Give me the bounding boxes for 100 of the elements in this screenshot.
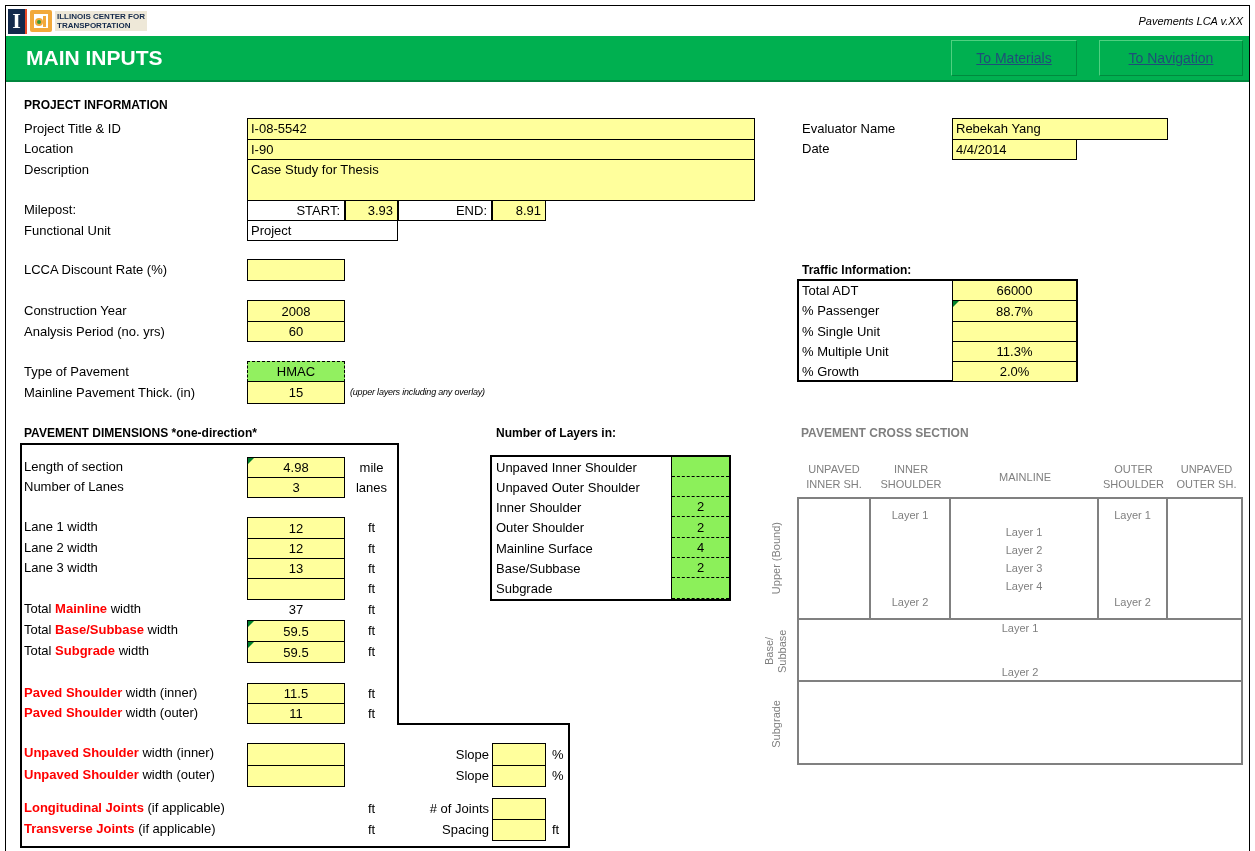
input-field[interactable]: 88.7%: [952, 300, 1077, 322]
input-field[interactable]: Case Study for Thesis: [247, 159, 755, 201]
field-label: Location: [23, 140, 75, 159]
input-field[interactable]: 2: [672, 558, 729, 578]
input-field[interactable]: 3.93: [345, 199, 398, 221]
field-label: Spacing: [441, 821, 490, 839]
input-field[interactable]: 8.91: [492, 199, 546, 221]
input-field[interactable]: [672, 578, 729, 599]
input-field[interactable]: 2: [672, 497, 729, 517]
field-label: Longitudinal Joints (if applicable): [23, 799, 226, 817]
field-label: Description: [23, 160, 91, 179]
unit-label: ft: [366, 643, 377, 661]
unit-label: ft: [366, 559, 377, 578]
unit-label: mile: [358, 458, 385, 477]
field-label: Number of Lanes: [23, 478, 125, 496]
input-field[interactable]: [952, 321, 1077, 342]
column-heading: MAINLINE: [998, 469, 1052, 485]
input-field[interactable]: 11: [247, 703, 345, 724]
input-field[interactable]: [247, 765, 345, 787]
input-field[interactable]: I-08-5542: [247, 118, 755, 140]
input-field[interactable]: 13: [247, 558, 345, 579]
unit-label: ft: [366, 539, 377, 558]
layer-label: Layer 2: [1114, 596, 1151, 608]
layer-label: Layer 2: [891, 596, 929, 608]
field-label: Type of Pavement: [23, 362, 130, 381]
corner-flag-icon: [248, 621, 254, 627]
column-heading: INNER SHOULDER: [879, 462, 943, 492]
input-field[interactable]: 59.5: [247, 620, 345, 642]
field-label: Analysis Period (no. yrs): [23, 322, 166, 341]
field-label: % Growth: [801, 362, 861, 381]
input-field[interactable]: [492, 798, 546, 820]
column-heading: OUTER SHOULDER: [1101, 462, 1166, 492]
input-field[interactable]: 15: [247, 381, 345, 404]
column-heading: UNPAVED OUTER SH.: [1175, 462, 1238, 492]
version-label: Pavements LCA v.XX: [1138, 15, 1243, 27]
input-field[interactable]: 12: [247, 538, 345, 559]
zone-label: Upper (Bound): [769, 522, 783, 595]
input-field[interactable]: 2: [672, 517, 729, 538]
section-heading: PROJECT INFORMATION: [23, 96, 169, 114]
layer-label: Layer 1: [1005, 525, 1043, 538]
input-field[interactable]: 4/4/2014: [952, 138, 1077, 160]
layer-label: Layer 1: [1114, 509, 1151, 521]
field-label: % Passenger: [801, 302, 881, 320]
corner-flag-icon: [953, 301, 959, 307]
input-field[interactable]: I-90: [247, 138, 755, 160]
unit-label: ft: [551, 821, 561, 839]
layer-label: Layer 1: [1001, 622, 1039, 634]
unit-label: ft: [366, 622, 377, 640]
input-field[interactable]: 2.0%: [952, 361, 1077, 382]
input-field[interactable]: Project: [247, 220, 398, 241]
unit-label: %: [551, 767, 565, 785]
logo-mark: I: [8, 8, 27, 34]
input-field[interactable]: [672, 477, 729, 497]
input-field[interactable]: [247, 743, 345, 766]
field-label: Evaluator Name: [801, 119, 897, 138]
field-label: Length of section: [23, 458, 125, 476]
section-heading: PAVEMENT DIMENSIONS *one-direction*: [23, 425, 258, 442]
zone-label: Subgrade: [769, 699, 783, 748]
input-field[interactable]: 2008: [247, 300, 345, 322]
layer-label: Layer 3: [1005, 561, 1043, 574]
note-text: (upper layers including any overlay): [349, 386, 486, 399]
input-field[interactable]: 11.3%: [952, 341, 1077, 362]
field-label: Total Mainline width: [23, 600, 143, 618]
input-field[interactable]: [247, 578, 345, 600]
field-label: Construction Year: [23, 302, 128, 320]
logo-text: TRANSPORTATION: [57, 21, 132, 30]
zone-label: Base/ Subbase: [763, 628, 789, 675]
field-label: Unpaved Shoulder width (outer): [23, 766, 216, 784]
input-field[interactable]: 4: [672, 538, 729, 558]
field-label: Date: [801, 140, 831, 159]
field-label: Total Subgrade width: [23, 642, 150, 660]
section-heading: PAVEMENT CROSS SECTION: [800, 425, 970, 442]
page-title: MAIN INPUTS: [26, 46, 164, 70]
input-field[interactable]: 60: [247, 321, 345, 342]
layer-label: Layer 2: [1005, 543, 1043, 556]
input-field[interactable]: 3: [247, 477, 345, 498]
input-field[interactable]: [492, 743, 546, 766]
dropdown-field[interactable]: HMAC: [247, 361, 345, 382]
input-field[interactable]: 12: [247, 517, 345, 539]
input-field[interactable]: 66000: [952, 280, 1077, 301]
field-label: Slope: [454, 745, 490, 764]
input-field[interactable]: 4.98: [247, 457, 345, 478]
logo-text: ILLINOIS CENTER FOR: [57, 12, 145, 21]
field-label: Transverse Joints (if applicable): [23, 820, 217, 838]
input-field[interactable]: [492, 819, 546, 841]
field-value: 37: [287, 601, 305, 619]
unit-label: ft: [366, 684, 377, 703]
input-field[interactable]: [492, 765, 546, 787]
field-label: Milepost:: [23, 201, 78, 220]
field-label: Functional Unit: [23, 221, 112, 240]
unit-label: ft: [366, 601, 377, 619]
input-field[interactable]: [247, 259, 345, 281]
input-field[interactable]: [672, 457, 729, 477]
input-field[interactable]: Rebekah Yang: [952, 118, 1168, 140]
field-label: Lane 3 width: [23, 559, 99, 577]
layer-label: Layer 4: [1005, 579, 1043, 592]
field-label: % Single Unit: [801, 322, 882, 341]
input-field[interactable]: 11.5: [247, 683, 345, 704]
field-label: Total ADT: [801, 281, 860, 300]
input-field[interactable]: 59.5: [247, 641, 345, 663]
